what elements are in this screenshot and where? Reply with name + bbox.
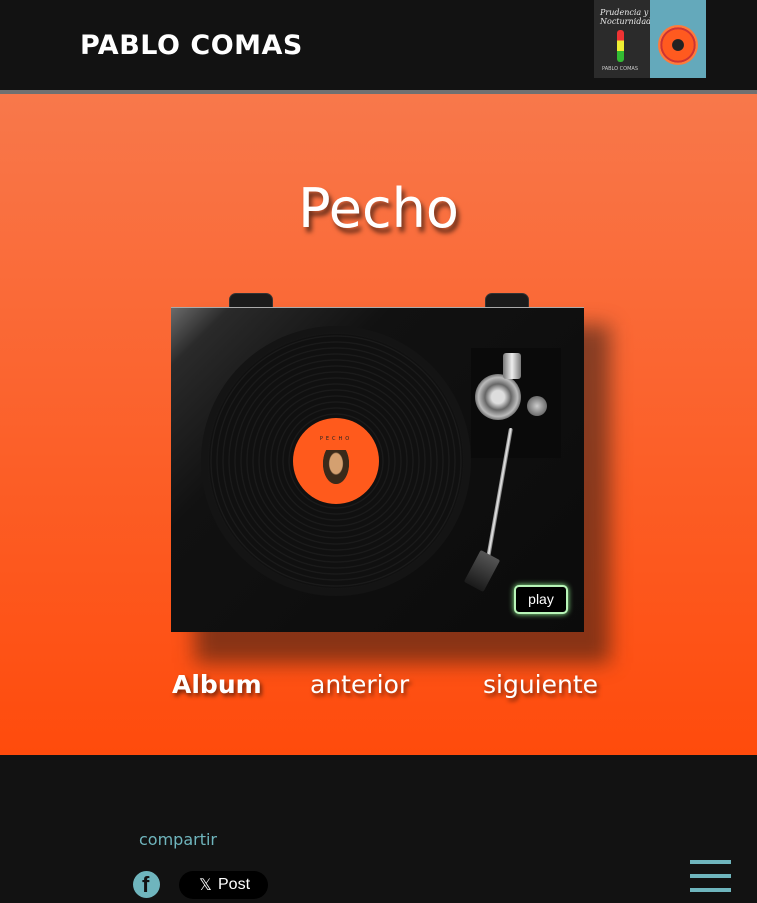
tonearm-counterweight — [503, 353, 521, 379]
album-cover-prudencia[interactable]: Prudencia y Nocturnidad PABLO COMAS — [594, 0, 651, 78]
x-logo-icon: 𝕏 — [199, 877, 212, 894]
x-post-button[interactable]: 𝕏 Post — [179, 871, 268, 899]
ring-artwork-icon — [658, 25, 698, 65]
x-post-label: Post — [218, 876, 251, 893]
vinyl-record: PECHO — [209, 334, 463, 588]
album-cover-artist: PABLO COMAS — [602, 66, 639, 72]
turntable-platter: PECHO — [201, 326, 471, 596]
album-cover-title: Prudencia y Nocturnidad — [600, 8, 652, 26]
nav-previous-link[interactable]: anterior — [310, 670, 409, 699]
site-brand[interactable]: PABLO COMAS — [80, 30, 303, 61]
album-covers[interactable]: Prudencia y Nocturnidad PABLO COMAS — [594, 0, 708, 80]
track-title: Pecho — [298, 177, 459, 240]
record-label: PECHO — [293, 418, 379, 504]
album-cover-second[interactable] — [650, 0, 706, 78]
tonearm-knob — [527, 396, 547, 416]
facebook-icon[interactable]: f — [133, 871, 160, 898]
hamburger-menu-icon[interactable] — [690, 860, 731, 893]
share-label: compartir — [139, 830, 218, 849]
traffic-light-icon — [617, 30, 624, 62]
record-label-text: PECHO — [319, 436, 353, 442]
nav-next-link[interactable]: siguiente — [483, 670, 598, 699]
tonearm-pivot — [475, 374, 521, 420]
facebook-f-glyph: f — [142, 872, 150, 897]
tonearm-headshell — [463, 549, 501, 593]
play-button[interactable]: play — [514, 585, 568, 614]
nav-album-link[interactable]: Album — [172, 670, 262, 699]
record-label-artwork — [323, 450, 349, 484]
site-header: PABLO COMAS Prudencia y Nocturnidad PABL… — [0, 0, 757, 90]
turntable: PECHO play — [171, 307, 584, 632]
